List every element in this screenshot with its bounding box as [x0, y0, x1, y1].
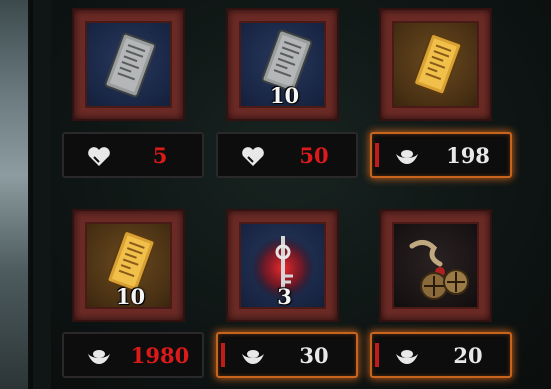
item-quantity: 10 [269, 83, 300, 108]
panel-edge [30, 0, 51, 389]
item-slot-6[interactable] [379, 209, 492, 322]
heart-icon [88, 147, 110, 166]
item-quantity: 3 [277, 284, 292, 309]
item-slot-2[interactable]: 10 [226, 8, 339, 121]
price-tag-3[interactable]: 198 [370, 132, 512, 178]
item-slot-4[interactable]: 10 [72, 209, 185, 322]
slot-frame [392, 21, 479, 108]
blank-scroll-icon [104, 32, 157, 98]
price-value: 1980 [130, 343, 190, 368]
item-slot-3[interactable] [379, 8, 492, 121]
slot-frame [85, 21, 172, 108]
price-value: 50 [299, 143, 329, 168]
price-value: 198 [446, 143, 490, 168]
price-tag-2[interactable]: 50 [216, 132, 358, 178]
silver-ingot-icon [396, 150, 418, 164]
gold-scroll-icon [413, 33, 463, 96]
price-value: 20 [453, 343, 483, 368]
silver-ingot-icon [88, 350, 110, 364]
silver-ingot-icon [396, 350, 418, 364]
slot-frame: 10 [239, 21, 326, 108]
heart-icon [242, 147, 264, 166]
price-tag-1[interactable]: 5 [62, 132, 204, 178]
price-value: 5 [152, 143, 168, 168]
bells-icon [409, 240, 469, 300]
price-value: 30 [299, 343, 329, 368]
price-tag-5[interactable]: 30 [216, 332, 358, 378]
item-slot-1[interactable] [72, 8, 185, 121]
slot-frame: 10 [85, 222, 172, 309]
item-quantity: 10 [115, 284, 146, 309]
silver-ingot-icon [242, 350, 264, 364]
slot-frame: 3 [239, 222, 326, 309]
slot-frame [392, 222, 479, 309]
price-tag-4[interactable]: 1980 [62, 332, 204, 378]
item-slot-5[interactable]: 3 [226, 209, 339, 322]
price-tag-6[interactable]: 20 [370, 332, 512, 378]
